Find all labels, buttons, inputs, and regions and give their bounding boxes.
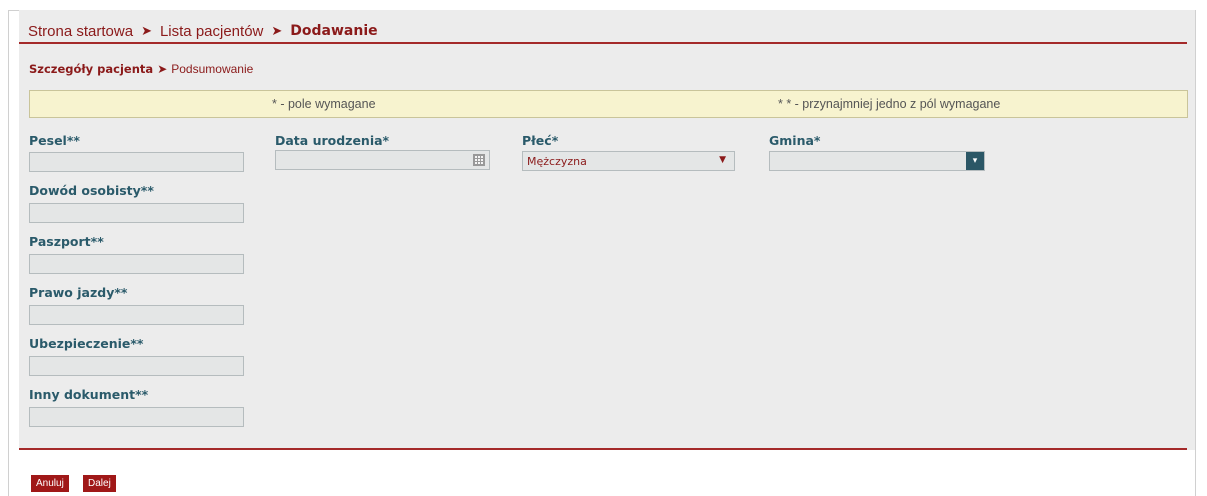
notice-one-required: * * - przynajmniej jedno z pól wymagane bbox=[778, 97, 1001, 111]
breadcrumb-arrow-icon: ➤ bbox=[271, 23, 283, 38]
birth-date-label: Data urodzenia* bbox=[275, 133, 390, 148]
wizard-steps: Szczegóły pacjenta ➤ Podsumowanie bbox=[29, 62, 253, 76]
pesel-label: Pesel** bbox=[29, 133, 80, 148]
breadcrumb-arrow-icon: ➤ bbox=[141, 23, 152, 38]
step-patient-details: Szczegóły pacjenta bbox=[29, 62, 154, 76]
step-summary: Podsumowanie bbox=[171, 62, 254, 76]
id-card-input[interactable] bbox=[29, 203, 244, 223]
dropdown-icon[interactable]: ▾ bbox=[966, 152, 984, 170]
driving-license-input[interactable] bbox=[29, 305, 244, 325]
birth-date-input[interactable] bbox=[275, 150, 490, 170]
driving-license-label: Prawo jazdy** bbox=[29, 285, 128, 300]
municipality-label: Gmina* bbox=[769, 133, 821, 148]
calendar-icon[interactable] bbox=[473, 154, 485, 166]
caret-down-icon: ▼ bbox=[719, 155, 726, 165]
passport-label: Paszport** bbox=[29, 234, 104, 249]
gender-label: Płeć* bbox=[522, 133, 559, 148]
step-arrow-icon: ➤ bbox=[157, 62, 168, 76]
other-document-input[interactable] bbox=[29, 407, 244, 427]
required-fields-notice: * - pole wymagane * * - przynajmniej jed… bbox=[29, 90, 1188, 118]
breadcrumb: Strona startowa ➤ Lista pacjentów ➤ Doda… bbox=[28, 20, 378, 42]
breadcrumb-home[interactable]: Strona startowa bbox=[28, 23, 133, 40]
other-document-label: Inny dokument** bbox=[29, 387, 149, 402]
passport-input[interactable] bbox=[29, 254, 244, 274]
form-panel bbox=[19, 10, 1195, 450]
divider-top bbox=[19, 42, 1187, 44]
insurance-label: Ubezpieczenie** bbox=[29, 336, 144, 351]
pesel-input[interactable] bbox=[29, 152, 244, 172]
municipality-combobox[interactable]: ▾ bbox=[769, 151, 985, 171]
gender-selected-value: Mężczyzna bbox=[527, 155, 587, 168]
notice-required: * - pole wymagane bbox=[272, 97, 376, 111]
breadcrumb-patient-list[interactable]: Lista pacjentów bbox=[160, 23, 263, 40]
cancel-button[interactable]: Anuluj bbox=[31, 475, 69, 492]
id-card-label: Dowód osobisty** bbox=[29, 183, 154, 198]
insurance-input[interactable] bbox=[29, 356, 244, 376]
gender-select[interactable]: Mężczyzna ▼ bbox=[522, 151, 735, 171]
divider-bottom bbox=[19, 448, 1187, 450]
breadcrumb-current: Dodawanie bbox=[290, 23, 378, 39]
next-button[interactable]: Dalej bbox=[83, 475, 116, 492]
